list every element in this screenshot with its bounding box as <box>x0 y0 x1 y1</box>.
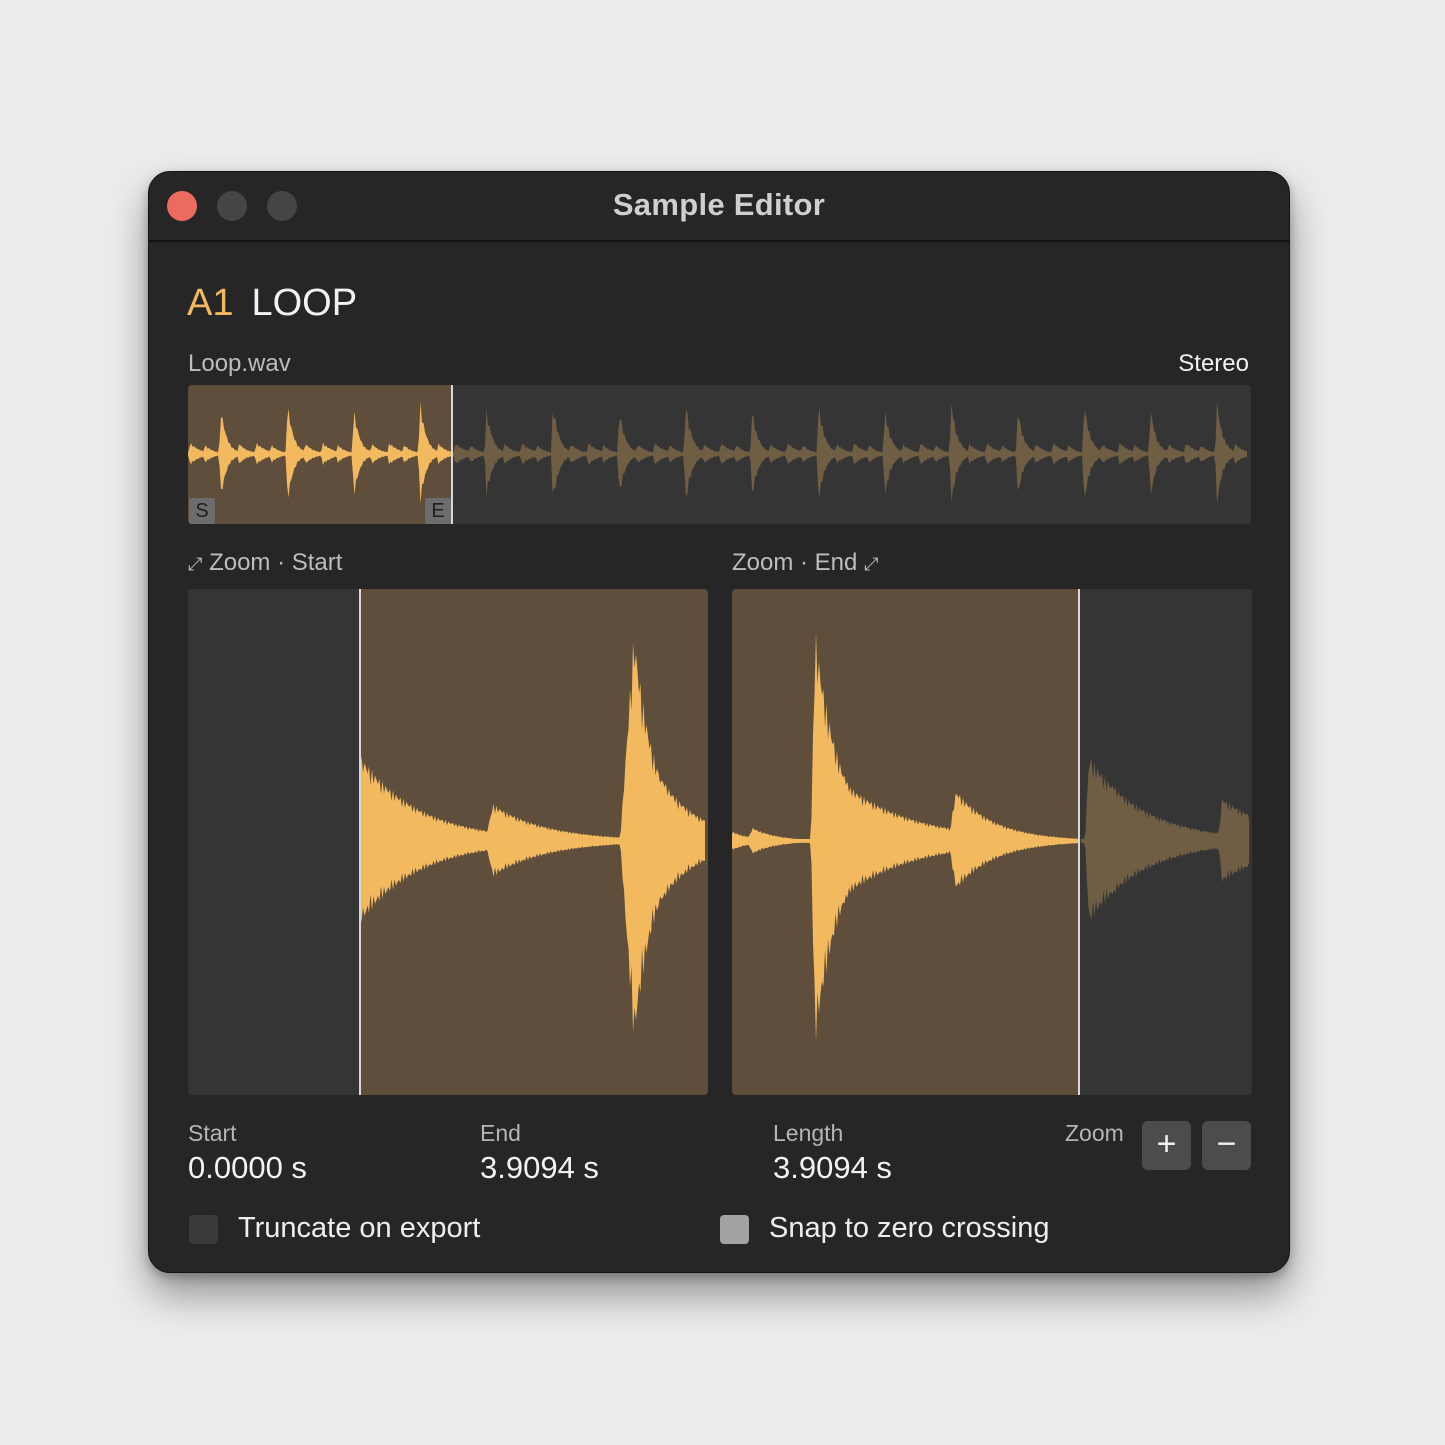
overview-waveform-graphic <box>188 385 1251 524</box>
start-label: Start <box>188 1120 237 1146</box>
end-label: End <box>480 1120 521 1146</box>
length-label: Length <box>773 1120 844 1146</box>
sample-editor-window: Sample Editor A1 LOOP Loop.wav Stereo S E… <box>148 171 1290 1273</box>
truncate-label: Truncate on export <box>238 1212 481 1244</box>
end-marker-handle[interactable]: E <box>425 498 451 524</box>
expand-icon: ⤢ <box>188 554 203 574</box>
snap-checkbox[interactable] <box>720 1215 749 1244</box>
channel-mode: Stereo <box>1178 350 1249 377</box>
start-marker-handle[interactable]: S <box>189 498 215 524</box>
overview-waveform[interactable]: S E <box>188 385 1251 524</box>
zoom-out-button[interactable]: − <box>1202 1121 1251 1170</box>
start-value[interactable]: 0.0000 s <box>188 1150 307 1186</box>
sample-heading: A1 LOOP <box>187 282 357 325</box>
zoom-end-waveform <box>732 589 1252 1095</box>
zoom-end-panel[interactable] <box>732 589 1252 1095</box>
zoom-in-button[interactable]: + <box>1142 1121 1191 1170</box>
snap-label: Snap to zero crossing <box>769 1212 1050 1244</box>
file-name: Loop.wav <box>188 350 291 377</box>
end-value[interactable]: 3.9094 s <box>480 1150 599 1186</box>
expand-icon: ⤢ <box>864 554 879 574</box>
zoom-start-panel[interactable] <box>188 589 708 1095</box>
sample-slot: A1 <box>187 282 234 324</box>
window-title: Sample Editor <box>612 187 826 222</box>
zoom-label: Zoom <box>1065 1120 1124 1146</box>
zoom-start-waveform <box>188 589 708 1095</box>
truncate-checkbox[interactable] <box>189 1215 218 1244</box>
zoom-end-label: Zoom · End ⤢ <box>732 549 879 576</box>
title-bar: Sample Editor <box>149 172 1289 242</box>
zoom-start-label: ⤢ Zoom · Start <box>188 549 343 576</box>
sample-name: LOOP <box>251 282 358 324</box>
length-value[interactable]: 3.9094 s <box>773 1150 892 1186</box>
